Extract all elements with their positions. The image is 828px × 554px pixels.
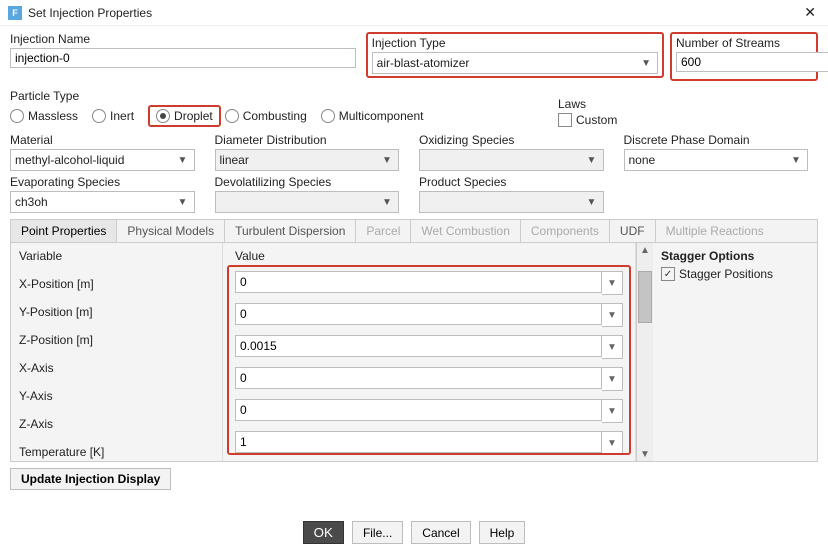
laws-label: Laws — [558, 97, 818, 111]
var-z-position: Z-Position [m] — [19, 333, 214, 347]
chevron-down-icon: ▼ — [380, 197, 394, 208]
oxidizing-select[interactable]: ▼ — [419, 149, 604, 171]
y-axis-input[interactable] — [235, 399, 602, 421]
scroll-thumb[interactable] — [638, 271, 652, 323]
var-y-position: Y-Position [m] — [19, 305, 214, 319]
point-properties-panel: Variable X-Position [m] Y-Position [m] Z… — [10, 243, 818, 462]
chevron-down-icon[interactable]: ▼ — [602, 335, 623, 359]
domain-label: Discrete Phase Domain — [624, 133, 809, 147]
devol-select[interactable]: ▼ — [215, 191, 400, 213]
oxidizing-label: Oxidizing Species — [419, 133, 604, 147]
scroll-down-icon[interactable]: ▼ — [637, 447, 653, 461]
num-streams-label: Number of Streams — [676, 36, 812, 50]
chevron-down-icon: ▼ — [176, 197, 190, 208]
var-x-position: X-Position [m] — [19, 277, 214, 291]
num-streams-input[interactable] — [676, 52, 828, 72]
particle-type-group: Massless Inert Droplet Combusting Multic… — [10, 103, 558, 129]
y-position-input[interactable] — [235, 303, 602, 325]
radio-massless[interactable]: Massless — [10, 109, 78, 123]
radio-droplet[interactable]: Droplet — [156, 109, 213, 123]
chevron-down-icon: ▼ — [639, 58, 653, 69]
product-label: Product Species — [419, 175, 604, 189]
help-button[interactable]: Help — [479, 521, 526, 544]
titlebar: F Set Injection Properties ✕ — [0, 0, 828, 26]
radio-multicomponent[interactable]: Multicomponent — [321, 109, 424, 123]
x-position-input[interactable] — [235, 271, 602, 293]
laws-custom-checkbox[interactable]: Custom — [558, 113, 617, 127]
radio-inert[interactable]: Inert — [92, 109, 134, 123]
variable-header: Variable — [19, 249, 214, 263]
tab-parcel: Parcel — [356, 220, 411, 242]
evap-select[interactable]: ch3oh▼ — [10, 191, 195, 213]
injection-name-label: Injection Name — [10, 32, 356, 46]
stagger-header: Stagger Options — [661, 249, 809, 263]
tab-physical-models[interactable]: Physical Models — [117, 220, 225, 242]
radio-droplet-highlight: Droplet — [148, 105, 221, 127]
dialog: F Set Injection Properties ✕ Injection N… — [0, 0, 828, 554]
chevron-down-icon: ▼ — [585, 197, 599, 208]
chevron-down-icon[interactable]: ▼ — [602, 431, 623, 455]
particle-type-label: Particle Type — [10, 89, 558, 103]
values-highlight: ▼ ▼ ▼ ▼ ▼ ▼ ▼ — [227, 265, 631, 455]
injection-name-input[interactable] — [10, 48, 356, 68]
z-position-input[interactable] — [235, 335, 602, 357]
scrollbar[interactable]: ▲ ▼ — [636, 243, 653, 461]
var-z-axis: Z-Axis — [19, 417, 214, 431]
chevron-down-icon[interactable]: ▼ — [602, 271, 623, 295]
var-temperature: Temperature [K] — [19, 445, 214, 459]
injection-type-select[interactable]: air-blast-atomizer ▼ — [372, 52, 658, 74]
tab-multiple-reactions: Multiple Reactions — [656, 220, 774, 242]
material-select[interactable]: methyl-alcohol-liquid▼ — [10, 149, 195, 171]
app-icon: F — [8, 6, 22, 20]
tab-turbulent-dispersion[interactable]: Turbulent Dispersion — [225, 220, 356, 242]
dialog-buttons: OK File... Cancel Help — [0, 521, 828, 544]
chevron-down-icon: ▼ — [176, 155, 190, 166]
tab-wet-combustion: Wet Combustion — [411, 220, 520, 242]
tab-udf[interactable]: UDF — [610, 220, 656, 242]
injection-type-label: Injection Type — [372, 36, 658, 50]
x-axis-input[interactable] — [235, 367, 602, 389]
var-y-axis: Y-Axis — [19, 389, 214, 403]
chevron-down-icon: ▼ — [380, 155, 394, 166]
num-streams-highlight: Number of Streams ▲▼ — [670, 32, 818, 81]
product-select[interactable]: ▼ — [419, 191, 604, 213]
value-header: Value — [227, 249, 631, 265]
var-x-axis: X-Axis — [19, 361, 214, 375]
diameter-dist-select[interactable]: linear▼ — [215, 149, 400, 171]
file-button[interactable]: File... — [352, 521, 403, 544]
chevron-down-icon[interactable]: ▼ — [602, 367, 623, 391]
scroll-up-icon[interactable]: ▲ — [637, 243, 653, 257]
ok-button[interactable]: OK — [303, 521, 344, 544]
domain-select[interactable]: none▼ — [624, 149, 809, 171]
update-injection-display-button[interactable]: Update Injection Display — [10, 468, 171, 490]
dialog-title: Set Injection Properties — [28, 6, 800, 20]
chevron-down-icon[interactable]: ▼ — [602, 399, 623, 423]
tab-components: Components — [521, 220, 610, 242]
radio-combusting[interactable]: Combusting — [225, 109, 307, 123]
devol-label: Devolatilizing Species — [215, 175, 400, 189]
close-icon[interactable]: ✕ — [800, 4, 820, 21]
chevron-down-icon: ▼ — [585, 155, 599, 166]
stagger-positions-checkbox[interactable]: Stagger Positions — [661, 267, 799, 281]
material-label: Material — [10, 133, 195, 147]
diameter-dist-label: Diameter Distribution — [215, 133, 400, 147]
chevron-down-icon[interactable]: ▼ — [602, 303, 623, 327]
tab-point-properties[interactable]: Point Properties — [11, 220, 117, 242]
tabs: Point Properties Physical Models Turbule… — [10, 219, 818, 243]
cancel-button[interactable]: Cancel — [411, 521, 470, 544]
evap-label: Evaporating Species — [10, 175, 195, 189]
injection-type-highlight: Injection Type air-blast-atomizer ▼ — [366, 32, 664, 78]
z-axis-input[interactable] — [235, 431, 602, 453]
chevron-down-icon: ▼ — [789, 155, 803, 166]
